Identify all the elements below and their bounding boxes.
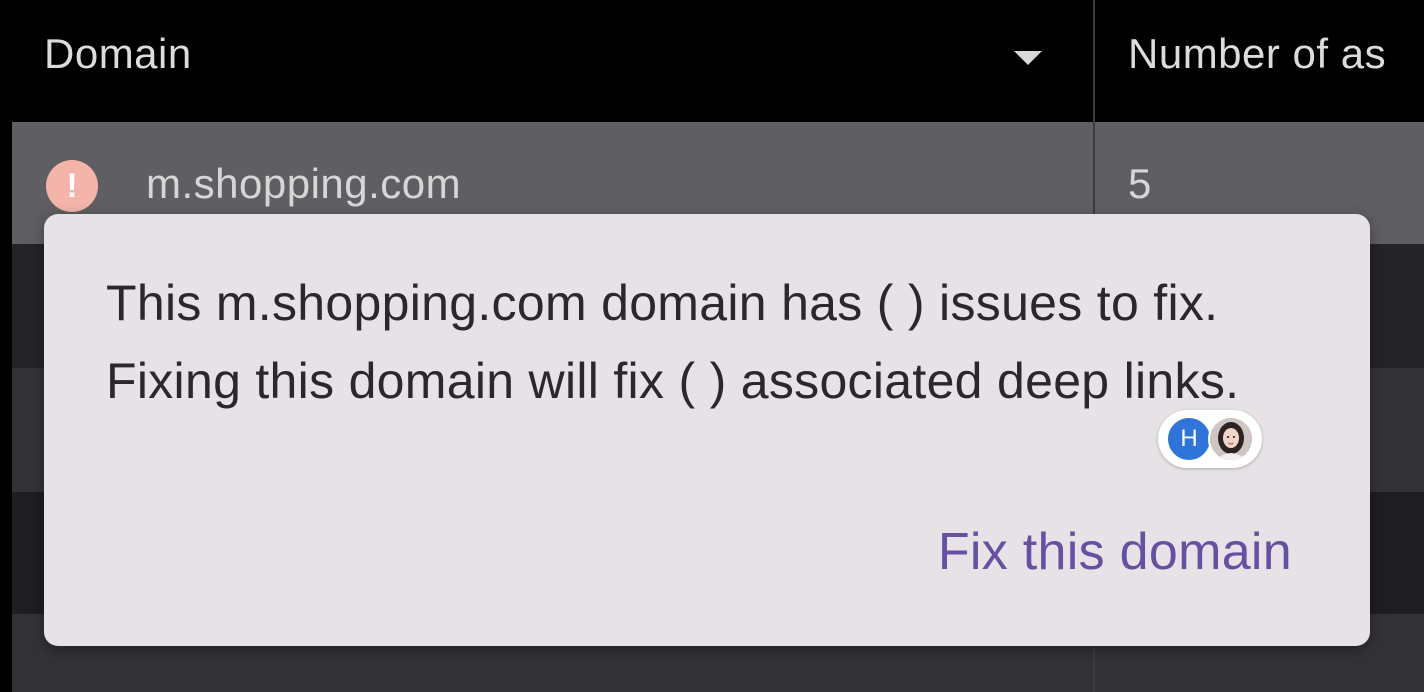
- sort-down-icon: [1014, 51, 1042, 67]
- column-header-number-of-assets[interactable]: Number of as: [1128, 30, 1386, 78]
- column-header-domain[interactable]: Domain: [44, 30, 192, 78]
- avatar[interactable]: [1208, 416, 1254, 462]
- fix-domain-button[interactable]: Fix this domain: [938, 522, 1292, 582]
- app-screen: Domain Number of as ! m.shopping.com 5 T…: [0, 0, 1424, 692]
- row-domain-name: m.shopping.com: [146, 160, 462, 207]
- avatar-initial: H: [1180, 425, 1198, 452]
- domain-issue-tooltip: This m.shopping.com domain has ( ) issue…: [44, 214, 1370, 646]
- tooltip-message: This m.shopping.com domain has ( ) issue…: [106, 275, 1240, 409]
- collaborator-avatars[interactable]: H: [1158, 410, 1262, 468]
- warning-icon[interactable]: !: [46, 160, 98, 212]
- table-header: Domain Number of as: [0, 0, 1424, 122]
- sort-dropdown-button[interactable]: [1008, 44, 1048, 74]
- row-asset-count: 5: [1128, 160, 1152, 207]
- warning-glyph: !: [66, 167, 78, 205]
- user-photo-icon: [1210, 418, 1252, 460]
- avatar[interactable]: H: [1166, 416, 1212, 462]
